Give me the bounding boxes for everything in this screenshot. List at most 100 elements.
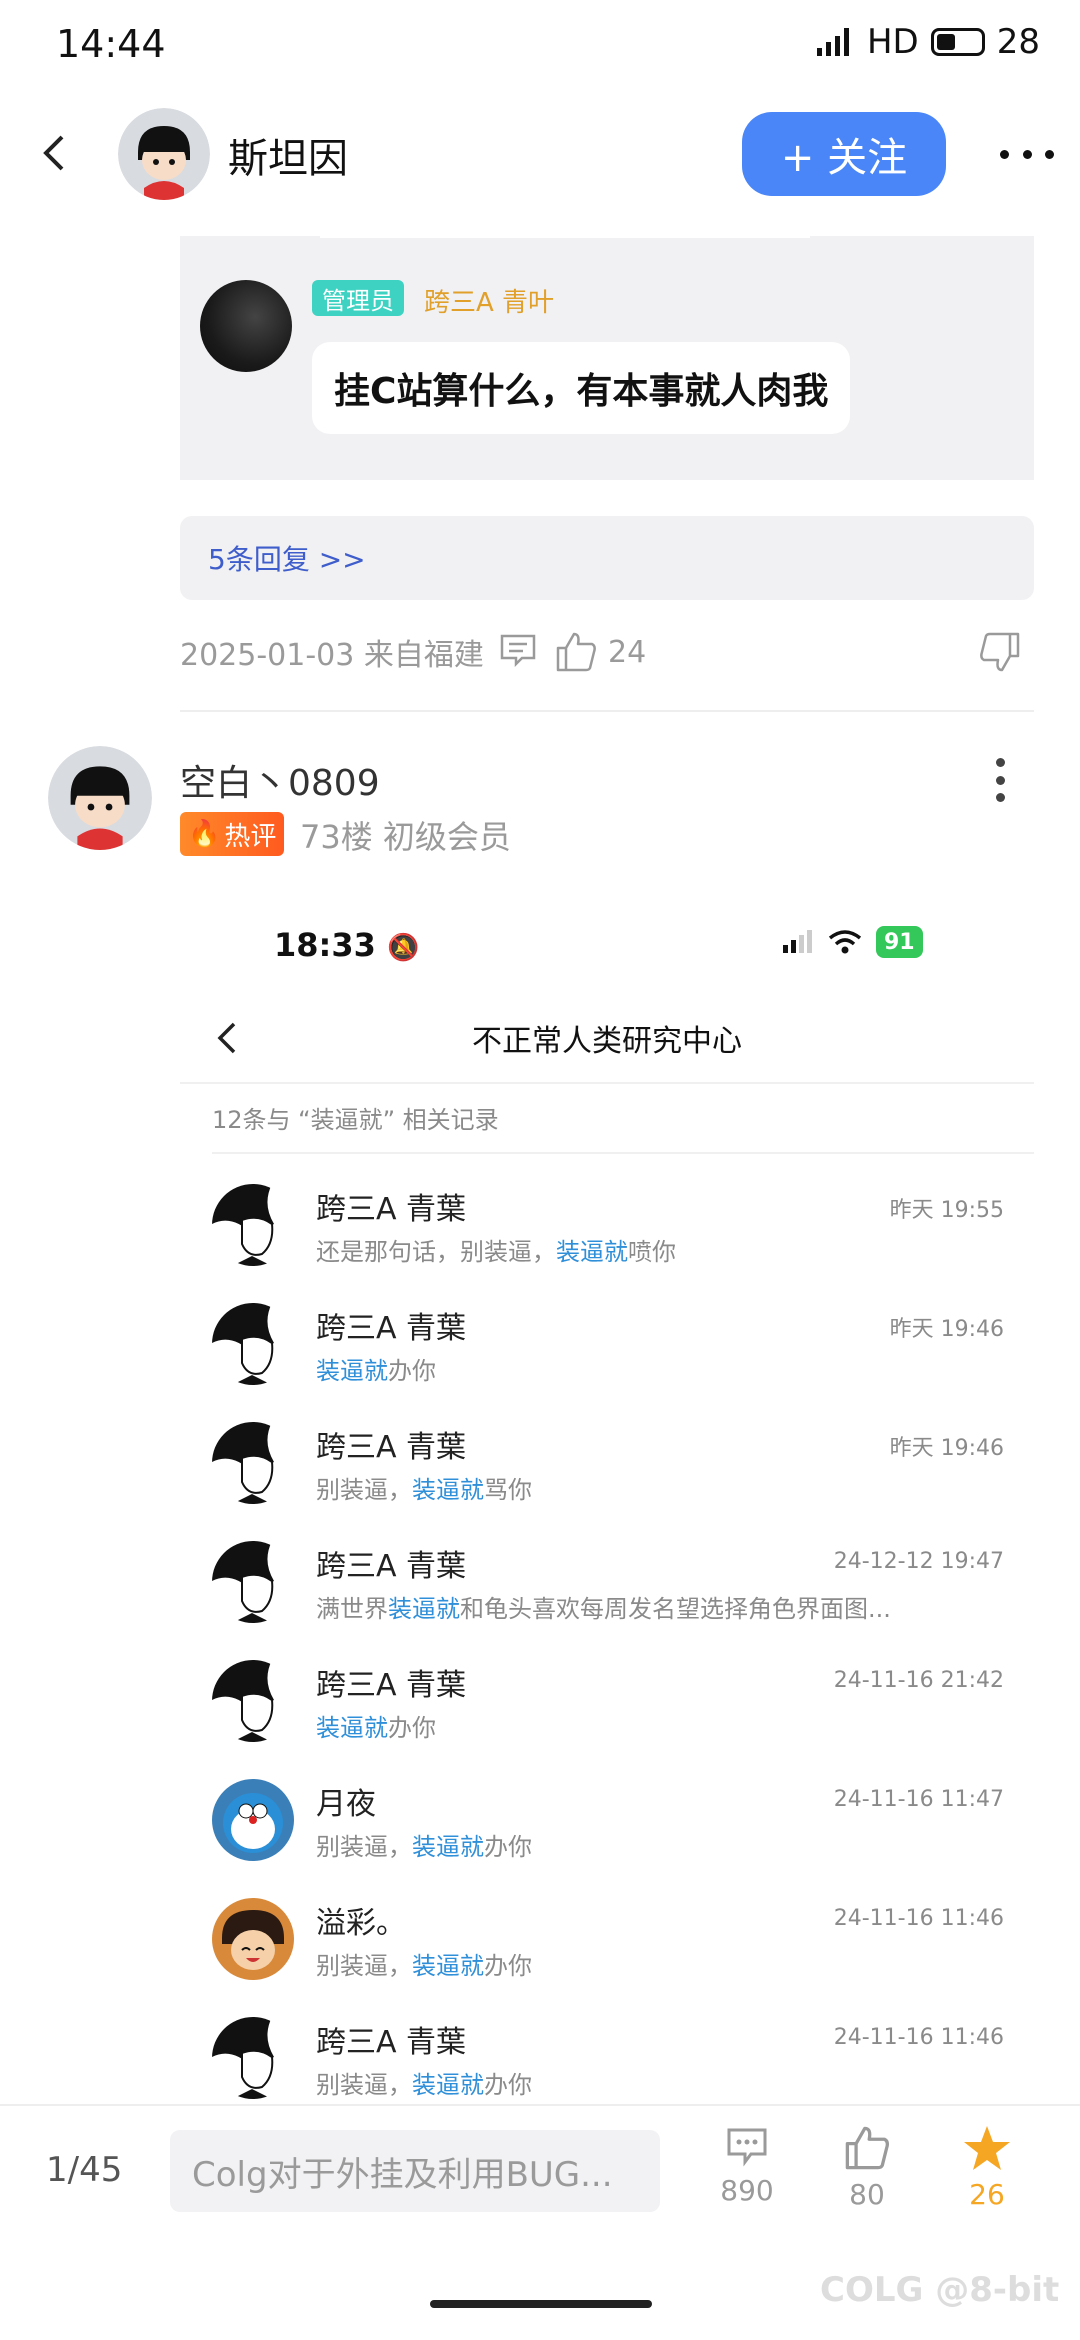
commenter-name[interactable]: 空白丶0809 [180,754,380,806]
more-dot-icon [996,758,1005,767]
cellular-signal-icon [816,28,849,56]
result-message: 满世界装逼就和龟头喜欢每周发名望选择角色界面图... [316,1595,891,1623]
result-highlight: 装逼就 [388,1595,460,1623]
result-name: 跨三A 青葉 [316,1311,467,1346]
result-message: 还是那句话，别装逼，装逼就喷你 [316,1238,676,1266]
result-highlight: 装逼就 [556,1238,628,1266]
result-time: 昨天 19:46 [889,1436,1004,1461]
result-message: 别装逼，装逼就办你 [316,2071,532,2099]
list-item: 溢彩。 24-11-16 11:46 别装逼，装逼就办你 [180,1884,1034,2003]
result-avatar [212,1541,294,1623]
result-avatar [212,2017,294,2099]
battery-icon [930,28,985,56]
list-item: 跨三A 青葉 24-11-16 11:46 别装逼，装逼就办你 [180,2003,1034,2105]
comment-more-button[interactable] [996,758,1006,802]
like-button[interactable]: 80 [822,2124,912,2211]
list-item: 跨三A 青葉 昨天 19:46 别装逼，装逼就骂你 [180,1408,1034,1527]
dislike-button[interactable] [978,630,1022,674]
reply-avatar[interactable] [200,280,292,372]
comment-icon [727,2128,767,2167]
like-button[interactable]: 24 [554,630,646,674]
result-time: 昨天 19:46 [889,1317,1004,1342]
result-time: 24-11-16 11:47 [833,1787,1004,1812]
thumbs-up-icon [556,632,596,672]
list-item: 跨三A 青葉 24-12-12 19:47 满世界装逼就和龟头喜欢每周发名望选择角色… [180,1527,1034,1646]
home-indicator[interactable] [430,2300,652,2308]
quoted-reply[interactable]: 管理员 跨三A 青叶 挂C站算什么，有本事就人肉我 [180,236,1034,480]
follow-button[interactable]: + 关注 [742,112,946,196]
more-options-button[interactable] [1000,134,1054,174]
result-highlight: 装逼就 [412,1476,484,1504]
thumbs-up-icon [845,2126,889,2170]
status-bar: 14:44 HD 28 [0,0,1080,96]
result-time: 昨天 19:55 [889,1198,1004,1223]
result-message: 别装逼，装逼就办你 [316,1952,532,1980]
cellular-signal-icon [783,930,812,953]
result-message: 装逼就办你 [316,1357,436,1385]
result-avatar [212,1660,294,1742]
result-name: 跨三A 青葉 [316,1192,467,1227]
author-name[interactable]: 斯坦因 [228,126,348,184]
result-message: 别装逼，装逼就办你 [316,1833,532,1861]
commenter-avatar[interactable] [48,746,152,850]
shot-status-time: 18:33 🔕 [274,926,420,964]
more-replies-link[interactable]: 5条回复 >> [180,516,1034,600]
shot-status-icons: 91 [782,926,923,958]
comments-button[interactable]: 890 [702,2124,792,2207]
reply-author[interactable]: 跨三A 青叶 [424,282,554,319]
list-item: 跨三A 青葉 昨天 19:55 还是那句话，别装逼，装逼就喷你 [180,1170,1034,1289]
author-avatar[interactable] [118,108,210,200]
status-time: 14:44 [56,22,166,66]
hot-comment-badge: 🔥 热评 [180,812,285,856]
wifi-icon [828,930,862,954]
likes-count: 80 [849,2178,885,2211]
result-avatar [212,1779,294,1861]
more-dot-icon [1000,149,1009,159]
result-highlight: 装逼就 [316,1714,388,1742]
result-highlight: 装逼就 [316,1357,388,1385]
thumbs-down-icon [980,632,1020,672]
result-highlight: 装逼就 [412,1952,484,1980]
more-replies-label: 5条回复 >> [208,543,366,576]
star-icon [964,2126,1010,2170]
floor-info: 73楼 初级会员 [300,818,511,856]
shot-result-count: 12条与 “装逼就” 相关记录 [212,1106,499,1134]
result-avatar [212,1184,294,1266]
divider [180,710,1034,712]
result-highlight: 装逼就 [412,1833,484,1861]
bell-muted-icon: 🔕 [387,933,420,963]
chevron-left-icon [43,135,64,171]
result-time: 24-12-12 19:47 [833,1549,1004,1574]
result-avatar [212,1303,294,1385]
result-time: 24-11-16 11:46 [833,2025,1004,2050]
result-name: 跨三A 青葉 [316,2025,467,2060]
result-name: 跨三A 青葉 [316,1430,467,1465]
page-header: 斯坦因 + 关注 [0,100,1080,210]
watermark: COLG @8-bit [820,2270,1060,2310]
hot-badge-label: 热评 [224,821,277,852]
result-avatar [212,1422,294,1504]
comment-button[interactable] [498,630,538,670]
list-item: 跨三A 青葉 24-11-16 21:42 装逼就办你 [180,1646,1034,1765]
shot-battery: 91 [876,926,923,958]
result-name: 溢彩。 [316,1906,406,1941]
shot-result-list: 跨三A 青葉 昨天 19:55 还是那句话，别装逼，装逼就喷你 跨三A 青葉 昨天 19… [180,1170,1034,2105]
comments-count: 890 [720,2174,774,2207]
comment-icon [500,634,536,668]
fire-icon: 🔥 [188,819,221,849]
list-item: 月夜 24-11-16 11:47 别装逼，装逼就办你 [180,1765,1034,1884]
shot-title: 不正常人类研究中心 [472,1024,742,1059]
favorite-button[interactable]: 26 [942,2124,1032,2211]
list-item: 跨三A 青葉 昨天 19:46 装逼就办你 [180,1289,1034,1408]
back-button[interactable] [30,128,80,178]
result-message: 别装逼，装逼就骂你 [316,1476,532,1504]
like-count: 24 [608,634,647,670]
result-highlight: 装逼就 [412,2071,484,2099]
result-time: 24-11-16 11:46 [833,1906,1004,1931]
reply-input[interactable]: Colg对于外挂及利用BUG... [170,2130,660,2212]
result-time: 24-11-16 21:42 [833,1668,1004,1693]
post-date: 2025-01-03 来自福建 [180,638,484,673]
comment-image[interactable]: 18:33 🔕 91 不正常人类研究中心 12条与 “装逼就” 相关记录 跨三A… [180,900,1034,2105]
page-indicator[interactable]: 1/45 [46,2150,122,2190]
result-name: 月夜 [316,1787,376,1822]
